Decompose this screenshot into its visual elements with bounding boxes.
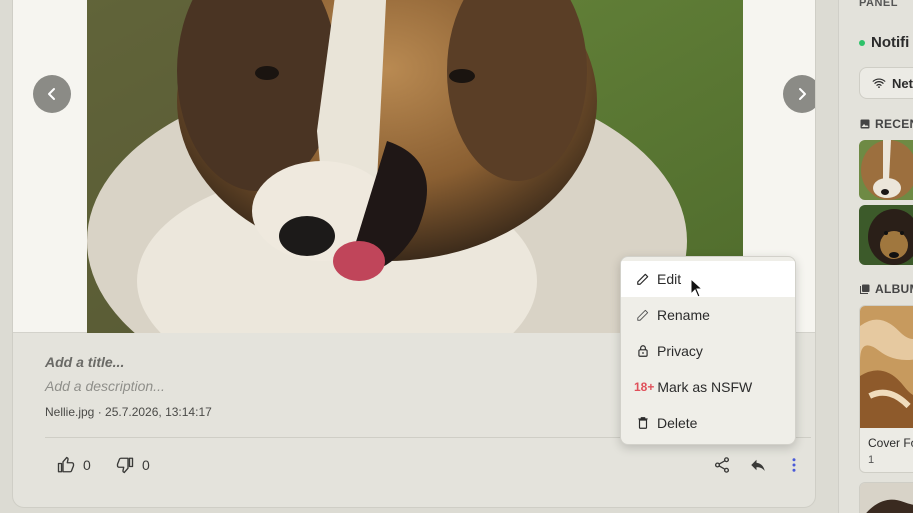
album-cover: [860, 306, 913, 428]
side-panel: PANEL Notifi Net RECEN ALBUM: [838, 0, 913, 513]
album-card[interactable]: Cover Fo 1: [859, 305, 913, 473]
image-icon: [860, 119, 870, 129]
next-image-button[interactable]: [783, 75, 815, 113]
menu-item-label: Privacy: [657, 343, 703, 359]
albums-section-label: ALBUM: [859, 282, 913, 296]
panel-header: PANEL: [859, 0, 898, 9]
description-field[interactable]: Add a description...: [45, 378, 165, 394]
wifi-icon: [872, 78, 886, 88]
recent-section-label: RECEN: [859, 117, 913, 131]
album-card[interactable]: [859, 482, 913, 513]
notifications-label: Notifi: [871, 34, 910, 51]
menu-item-rename[interactable]: Rename: [621, 297, 795, 333]
share-button[interactable]: [713, 456, 731, 474]
thumbs-down-icon: [116, 457, 134, 474]
share-icon: [714, 457, 730, 473]
menu-item-label: Delete: [657, 415, 698, 431]
network-label: Net: [892, 75, 913, 91]
album-name: Cover Fo: [868, 436, 913, 450]
menu-item-edit[interactable]: Edit: [621, 261, 795, 297]
online-status-icon: [859, 39, 865, 46]
post-meta: Nellie.jpg · 25.7.2026, 13:14:17: [45, 405, 212, 419]
lock-icon: [634, 342, 652, 360]
network-button[interactable]: Net: [859, 67, 913, 99]
menu-item-label: Mark as NSFW: [657, 379, 753, 395]
menu-item-mark-nsfw[interactable]: 18+ Mark as NSFW: [621, 369, 795, 405]
menu-item-label: Edit: [657, 271, 682, 287]
pencil-outline-icon: [634, 306, 652, 324]
album-count: 1: [868, 454, 875, 466]
downvote-count: 0: [142, 457, 150, 473]
reply-icon: [751, 459, 765, 471]
menu-item-privacy[interactable]: Privacy: [621, 333, 795, 369]
recent-thumbnail[interactable]: [859, 205, 913, 265]
notifications-toggle[interactable]: Notifi: [859, 34, 909, 51]
chevron-right-icon: [799, 88, 806, 100]
upvote-button[interactable]: 0: [57, 456, 91, 474]
title-field[interactable]: Add a title...: [45, 354, 124, 370]
upvote-count: 0: [83, 457, 91, 473]
mouse-cursor-icon: [690, 278, 704, 298]
more-vertical-icon: [792, 458, 796, 472]
album-icon: [860, 284, 870, 294]
more-options-button[interactable]: [785, 456, 803, 474]
nsfw-badge-icon: 18+: [634, 380, 655, 394]
trash-icon: [634, 414, 652, 432]
menu-item-delete[interactable]: Delete: [621, 405, 795, 441]
previous-image-button[interactable]: [33, 75, 71, 113]
recent-thumbnail[interactable]: [859, 140, 913, 200]
thumbs-up-icon: [57, 456, 75, 473]
reply-button[interactable]: [749, 456, 767, 474]
menu-item-label: Rename: [657, 307, 710, 323]
pencil-icon: [634, 270, 652, 288]
downvote-button[interactable]: 0: [116, 456, 150, 474]
chevron-left-icon: [48, 88, 55, 100]
post-options-menu: Edit Rename Privacy 18+ Mark as NSFW Del…: [620, 256, 796, 445]
